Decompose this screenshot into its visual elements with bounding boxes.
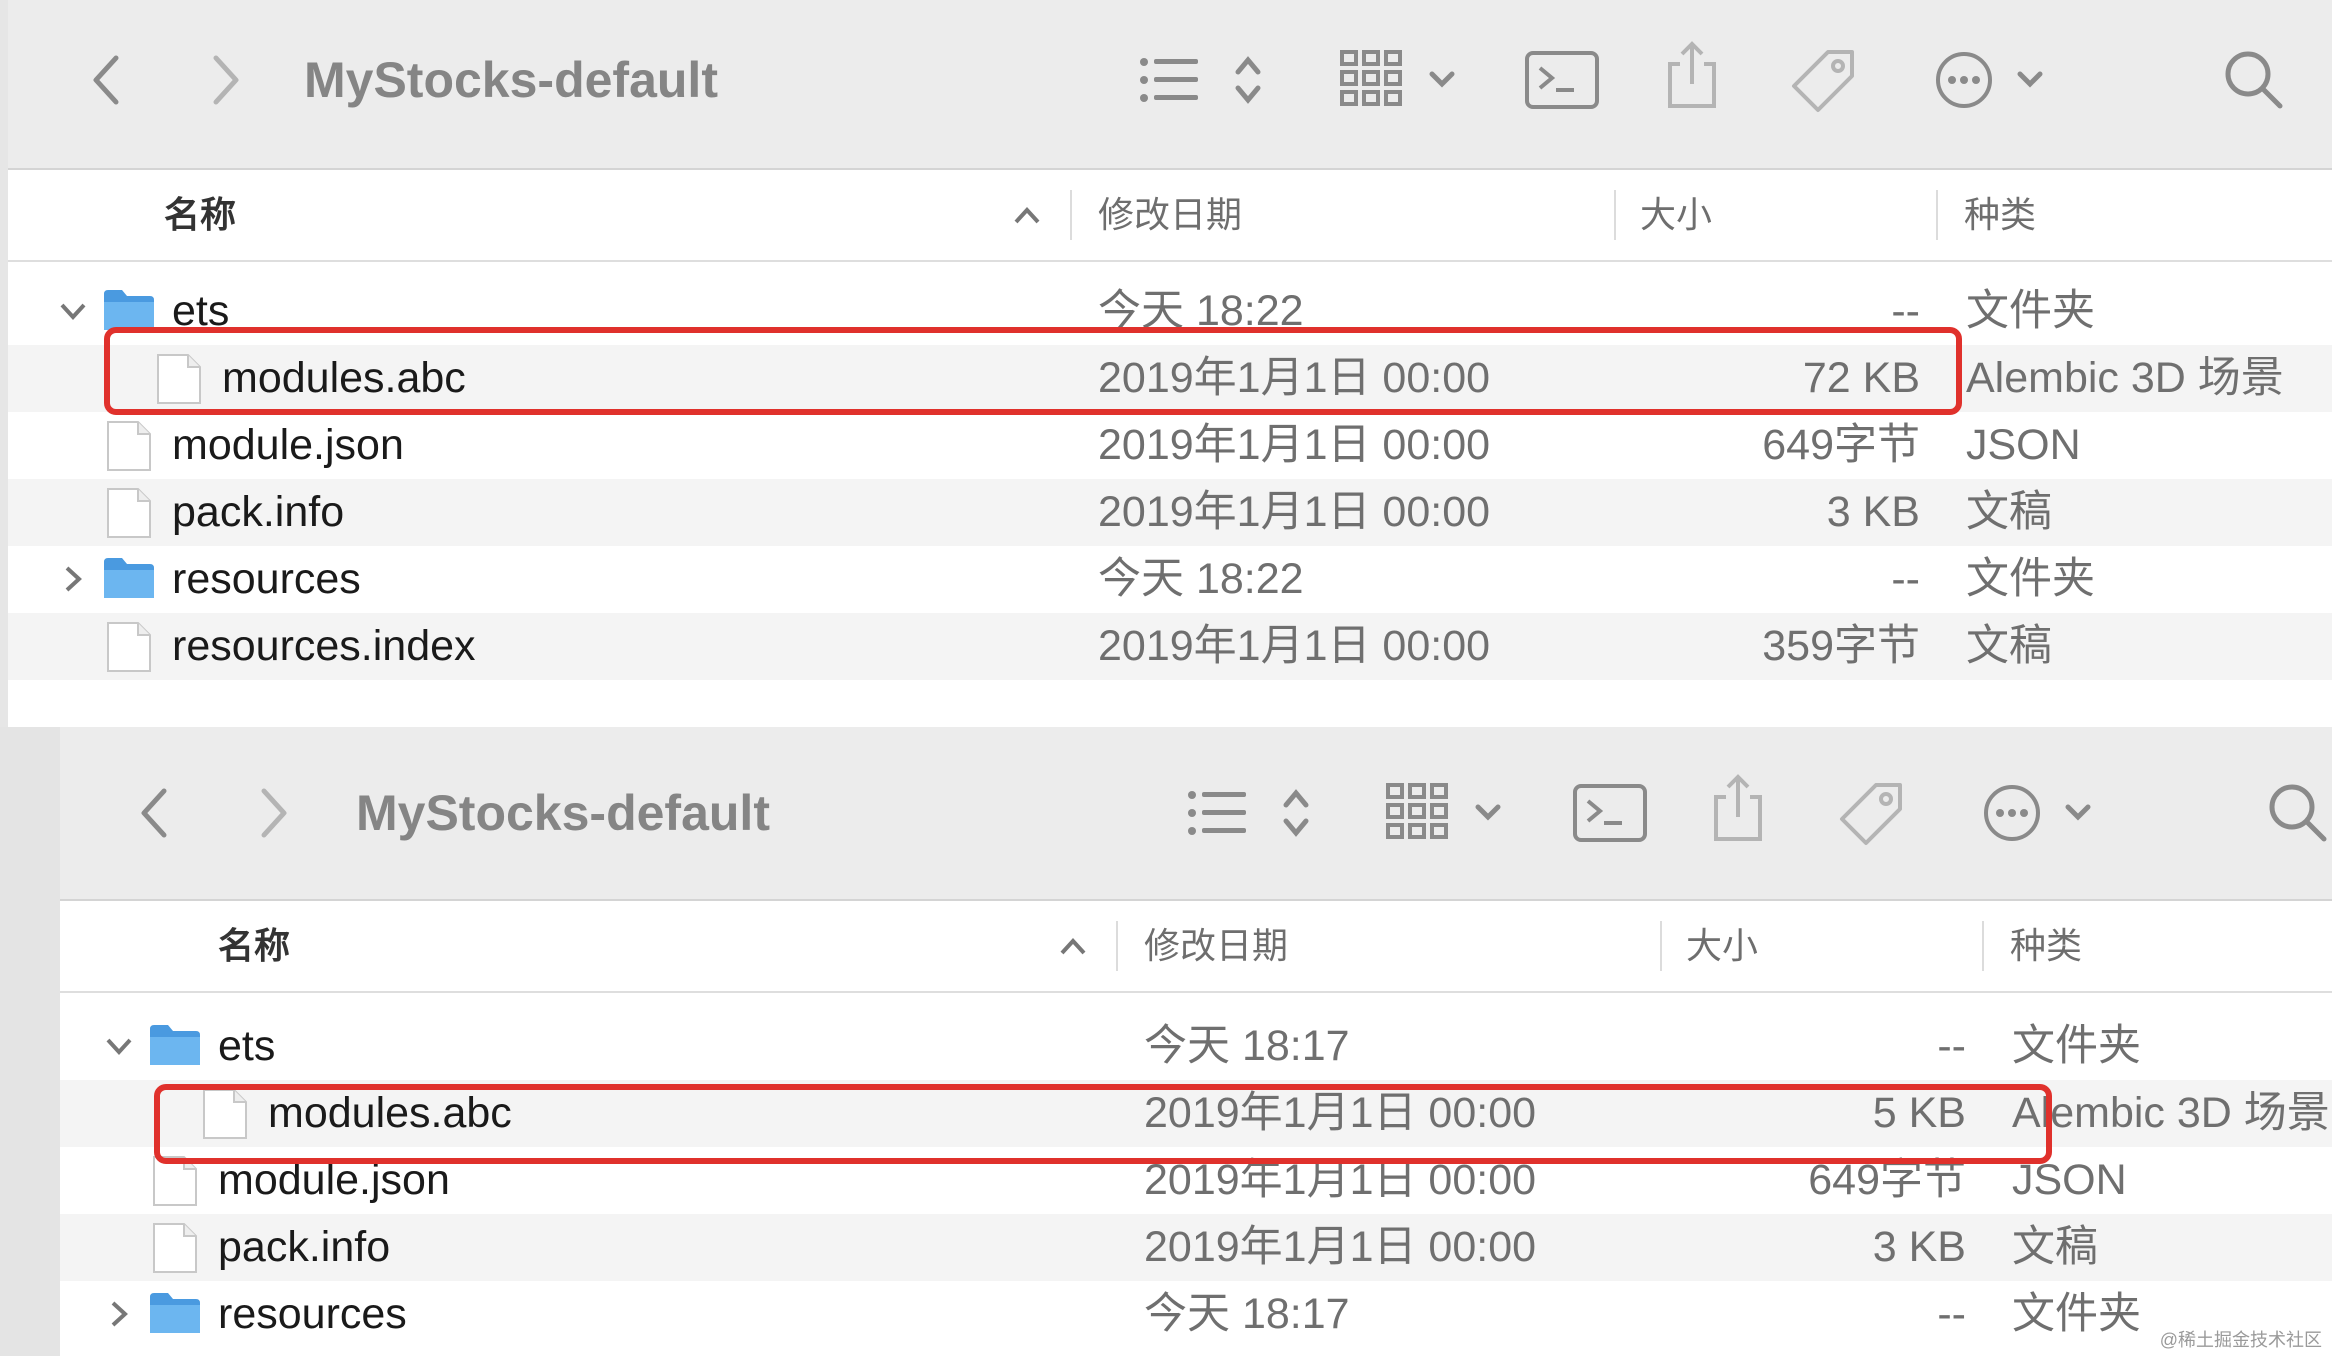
column-size-header[interactable]: 大小 — [1686, 901, 1758, 991]
list-item[interactable]: ets 今天 18:17 -- 文件夹 — [60, 1013, 2332, 1080]
file-name: resources.index — [172, 622, 476, 670]
list-item[interactable]: resources.index 2019年1月1日 00:00 359字节 文稿 — [8, 613, 2332, 680]
disclosure-collapsed-icon[interactable] — [104, 1299, 134, 1329]
column-modified-header[interactable]: 修改日期 — [1144, 901, 1288, 991]
highlight-box — [154, 1084, 2052, 1164]
more-icon[interactable] — [1934, 50, 2054, 110]
file-modified: 2019年1月1日 00:00 — [1098, 622, 1491, 670]
file-modified: 2019年1月1日 00:00 — [1144, 1223, 1537, 1271]
file-size: -- — [1937, 1290, 1966, 1338]
search-icon[interactable] — [2266, 781, 2330, 845]
highlight-box — [104, 327, 1962, 415]
tag-icon[interactable] — [1788, 46, 1858, 116]
file-name: resources — [218, 1290, 407, 1338]
column-divider — [1070, 190, 1072, 240]
column-divider — [1936, 190, 1938, 240]
back-icon[interactable] — [86, 52, 126, 108]
list-view-icon[interactable] — [1186, 785, 1316, 841]
file-kind: 文件夹 — [1966, 555, 2095, 603]
file-kind: JSON — [1966, 421, 2081, 469]
file-size: 3 KB — [1872, 1223, 1966, 1271]
column-name-header[interactable]: 名称 — [218, 901, 290, 991]
window-title: MyStocks-default — [356, 785, 770, 841]
file-modified: 今天 18:22 — [1098, 555, 1304, 603]
list-item[interactable]: pack.info 2019年1月1日 00:00 3 KB 文稿 — [8, 479, 2332, 546]
finder-window-bottom: MyStocks-default 名称 修改日期 大小 种类 ets 今天 18… — [60, 727, 2332, 1356]
column-kind-header[interactable]: 种类 — [1964, 170, 2036, 260]
disclosure-collapsed-icon[interactable] — [58, 564, 88, 594]
finder-window-top: MyStocks-default 名称 修改日期 大小 种类 ets 今天 18… — [0, 0, 2332, 727]
toolbar: MyStocks-default — [60, 727, 2332, 901]
folder-icon — [148, 1021, 202, 1074]
terminal-icon[interactable] — [1524, 50, 1600, 110]
file-name: pack.info — [172, 488, 345, 536]
file-name: module.json — [172, 421, 404, 469]
tag-icon[interactable] — [1836, 779, 1906, 849]
document-icon — [104, 621, 154, 678]
file-name: ets — [218, 1022, 276, 1070]
column-size-header[interactable]: 大小 — [1640, 170, 1712, 260]
document-icon — [104, 487, 154, 544]
file-kind: Alembic 3D 场景 — [2012, 1089, 2330, 1137]
disclosure-expanded-icon[interactable] — [104, 1031, 134, 1061]
column-divider — [1116, 921, 1118, 971]
list-item[interactable]: resources 今天 18:22 -- 文件夹 — [8, 546, 2332, 613]
file-kind: 文稿 — [2012, 1223, 2098, 1271]
file-name: pack.info — [218, 1223, 391, 1271]
back-icon[interactable] — [134, 785, 174, 841]
document-icon — [104, 420, 154, 477]
column-header: 名称 修改日期 大小 种类 — [60, 901, 2332, 993]
file-size: -- — [1937, 1022, 1966, 1070]
sort-ascending-icon — [1058, 933, 1088, 964]
grid-view-icon[interactable] — [1340, 48, 1460, 108]
list-view-icon[interactable] — [1138, 52, 1268, 108]
file-size: 649字节 — [1762, 421, 1920, 469]
window-title: MyStocks-default — [304, 52, 718, 108]
file-size: 359字节 — [1762, 622, 1920, 670]
folder-icon — [102, 554, 156, 607]
window-gap — [0, 727, 60, 1356]
file-kind: 文稿 — [1966, 488, 2052, 536]
watermark: @稀土掘金技术社区 — [2159, 1330, 2322, 1350]
toolbar: MyStocks-default — [8, 0, 2332, 170]
file-kind: 文件夹 — [2012, 1022, 2141, 1070]
file-kind: Alembic 3D 场景 — [1966, 354, 2284, 402]
list-item[interactable]: resources 今天 18:17 -- 文件夹 — [60, 1281, 2332, 1348]
grid-view-icon[interactable] — [1386, 781, 1506, 841]
file-kind: 文稿 — [1966, 622, 2052, 670]
disclosure-expanded-icon[interactable] — [58, 296, 88, 326]
file-size: 3 KB — [1826, 488, 1920, 536]
file-modified: 2019年1月1日 00:00 — [1098, 488, 1491, 536]
file-kind: 文件夹 — [1966, 287, 2095, 335]
column-divider — [1982, 921, 1984, 971]
column-header: 名称 修改日期 大小 种类 — [8, 170, 2332, 262]
column-divider — [1660, 921, 1662, 971]
file-modified: 今天 18:17 — [1144, 1022, 1350, 1070]
column-kind-header[interactable]: 种类 — [2010, 901, 2082, 991]
file-size: -- — [1891, 555, 1920, 603]
more-icon[interactable] — [1982, 783, 2102, 843]
list-item[interactable]: module.json 2019年1月1日 00:00 649字节 JSON — [8, 412, 2332, 479]
file-modified: 今天 18:17 — [1144, 1290, 1350, 1338]
terminal-icon[interactable] — [1572, 783, 1648, 843]
column-modified-header[interactable]: 修改日期 — [1098, 170, 1242, 260]
file-name: resources — [172, 555, 361, 603]
sort-ascending-icon — [1012, 202, 1042, 233]
share-icon[interactable] — [1664, 40, 1720, 110]
folder-icon — [148, 1289, 202, 1342]
file-kind: 文件夹 — [2012, 1290, 2141, 1338]
document-icon — [150, 1222, 200, 1279]
forward-icon[interactable] — [254, 785, 294, 841]
list-item[interactable]: pack.info 2019年1月1日 00:00 3 KB 文稿 — [60, 1214, 2332, 1281]
column-name-header[interactable]: 名称 — [164, 170, 236, 260]
forward-icon[interactable] — [206, 52, 246, 108]
share-icon[interactable] — [1710, 773, 1766, 843]
search-icon[interactable] — [2222, 48, 2286, 112]
file-modified: 2019年1月1日 00:00 — [1098, 421, 1491, 469]
column-divider — [1614, 190, 1616, 240]
